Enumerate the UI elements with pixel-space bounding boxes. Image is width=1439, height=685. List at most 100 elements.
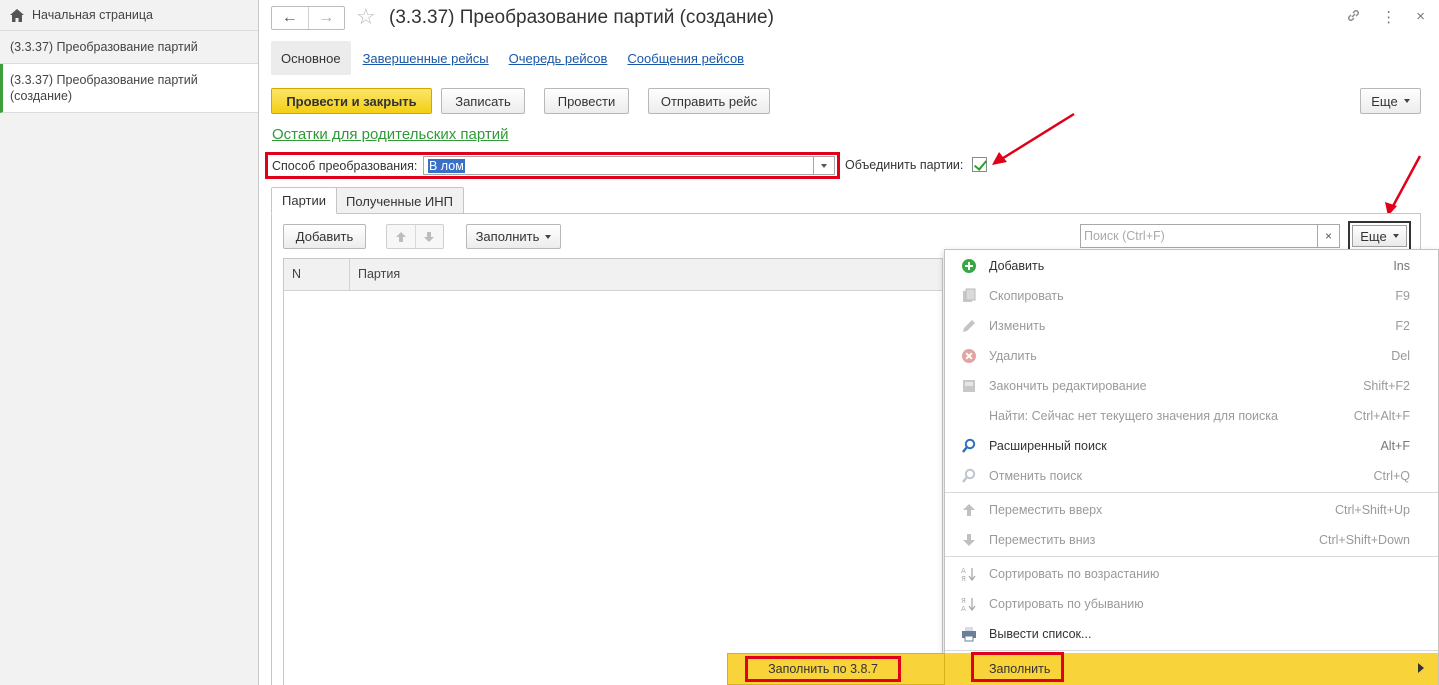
menu-item-cancel-search[interactable]: Отменить поиск Ctrl+Q — [945, 461, 1438, 491]
search-icon — [961, 438, 977, 454]
svg-text:Я: Я — [961, 597, 966, 605]
sidebar-item-label: Начальная страница — [32, 8, 153, 22]
fill-button[interactable]: Заполнить — [466, 224, 561, 249]
tab-batches[interactable]: Партии — [271, 187, 337, 214]
menu-item-shortcut: Alt+F — [1380, 439, 1410, 453]
menu-item-delete[interactable]: Удалить Del — [945, 341, 1438, 371]
menu-item-label: Удалить — [989, 349, 1037, 363]
menu-item-edit[interactable]: Изменить F2 — [945, 311, 1438, 341]
menu-item-shortcut: F9 — [1395, 289, 1410, 303]
arrow-up-icon[interactable] — [387, 225, 415, 248]
sidebar-item-transform-create[interactable]: (3.3.37) Преобразование партий (создание… — [0, 64, 258, 113]
menu-item-move-down[interactable]: Переместить вниз Ctrl+Shift+Down — [945, 525, 1438, 555]
menu-item-copy[interactable]: Скопировать F9 — [945, 281, 1438, 311]
menu-item-label: Сортировать по возрастанию — [989, 567, 1160, 581]
list-output-icon — [961, 626, 977, 642]
menu-item-label: Найти: Сейчас нет текущего значения для … — [989, 409, 1278, 423]
tab-run-queue[interactable]: Очередь рейсов — [509, 51, 608, 66]
star-icon[interactable]: ☆ — [356, 5, 376, 29]
link-icon[interactable] — [1346, 8, 1361, 27]
menu-item-shortcut: Ins — [1393, 259, 1410, 273]
tab-received-inp[interactable]: Полученные ИНП — [335, 187, 464, 214]
sort-desc-icon: ЯA — [961, 596, 977, 613]
delete-icon — [961, 348, 977, 364]
post-and-close-button[interactable]: Провести и закрыть — [271, 88, 432, 114]
sidebar-item-home[interactable]: Начальная страница — [0, 0, 258, 31]
page-title: (3.3.37) Преобразование партий (создание… — [389, 7, 774, 28]
svg-text:A: A — [961, 605, 966, 612]
menu-item-shortcut: F2 — [1395, 319, 1410, 333]
menu-item-shortcut: Del — [1391, 349, 1410, 363]
more-button-label: Еще — [1371, 93, 1398, 109]
menu-item-output-list[interactable]: Вывести список... — [945, 619, 1438, 649]
sidebar: Начальная страница (3.3.37) Преобразован… — [0, 0, 259, 685]
batches-table: N Партия — [283, 258, 943, 685]
column-header-n[interactable]: N — [284, 259, 350, 290]
menu-item-add[interactable]: Добавить Ins — [945, 251, 1438, 281]
copy-icon — [961, 288, 977, 304]
back-icon[interactable]: ← — [272, 7, 308, 29]
menu-item-end-edit[interactable]: Закончить редактирование Shift+F2 — [945, 371, 1438, 401]
parent-batches-link[interactable]: Остатки для родительских партий — [272, 126, 508, 143]
conversion-method-dropdown[interactable] — [813, 156, 835, 175]
conversion-method-highlight: Способ преобразования: В лом — [265, 152, 840, 179]
nav-buttons: ← → — [271, 6, 345, 30]
end-edit-icon — [961, 378, 977, 394]
menu-item-label: Переместить вниз — [989, 533, 1096, 547]
menu-item-label: Сортировать по убыванию — [989, 597, 1144, 611]
merge-batches-label: Объединить партии: — [845, 158, 964, 172]
close-icon[interactable]: × — [1416, 8, 1425, 27]
menu-icon[interactable]: ⋮ — [1381, 8, 1396, 27]
forward-icon[interactable]: → — [307, 7, 345, 29]
submenu-item-fill-387[interactable]: Заполнить по 3.8.7 — [745, 656, 901, 682]
column-header-batch[interactable]: Партия — [350, 259, 400, 290]
save-button[interactable]: Записать — [441, 88, 525, 114]
chevron-down-icon — [545, 234, 552, 239]
post-button[interactable]: Провести — [544, 88, 629, 114]
conversion-method-input[interactable]: В лом — [423, 156, 813, 175]
tab-main[interactable]: Основное — [271, 41, 351, 75]
menu-item-label: Вывести список... — [989, 627, 1092, 641]
fill-menu-highlight — [971, 652, 1064, 682]
sidebar-item-label: (3.3.37) Преобразование партий — [10, 40, 198, 54]
annotation-arrow-icon — [992, 112, 1075, 165]
tab-run-messages[interactable]: Сообщения рейсов — [627, 51, 744, 66]
menu-item-sort-desc[interactable]: ЯA Сортировать по убыванию — [945, 589, 1438, 619]
chevron-down-icon — [1403, 99, 1410, 103]
menu-item-advanced-search[interactable]: Расширенный поиск Alt+F — [945, 431, 1438, 461]
menu-item-label: Отменить поиск — [989, 469, 1083, 483]
menu-item-label: Скопировать — [989, 289, 1064, 303]
add-button[interactable]: Добавить — [283, 224, 366, 249]
search-input[interactable]: Поиск (Ctrl+F) — [1080, 224, 1318, 248]
move-buttons — [386, 224, 444, 249]
chevron-down-icon — [821, 163, 827, 168]
move-down-icon — [961, 532, 977, 548]
sidebar-item-transform-list[interactable]: (3.3.37) Преобразование партий — [0, 31, 258, 64]
svg-text:A: A — [961, 567, 966, 575]
menu-item-label: Переместить вверх — [989, 503, 1103, 517]
menu-separator — [945, 650, 1438, 651]
menu-item-sort-asc[interactable]: AЯ Сортировать по возрастанию — [945, 559, 1438, 589]
conversion-method-value: В лом — [428, 159, 465, 173]
window-controls: ⋮ × — [1346, 8, 1425, 27]
annotation-arrow-icon — [1385, 155, 1422, 216]
menu-item-find[interactable]: Найти: Сейчас нет текущего значения для … — [945, 401, 1438, 431]
find-blank-icon — [961, 408, 977, 424]
add-icon — [961, 258, 977, 274]
more-button[interactable]: Еще — [1360, 88, 1421, 114]
cancel-search-icon — [961, 468, 977, 484]
table-header: N Партия — [284, 259, 942, 291]
clear-search-icon[interactable]: × — [1318, 224, 1340, 248]
table-more-label: Еще — [1360, 228, 1387, 244]
send-run-button[interactable]: Отправить рейс — [648, 88, 770, 114]
tab-completed-runs[interactable]: Завершенные рейсы — [363, 51, 489, 66]
menu-item-label: Расширенный поиск — [989, 439, 1107, 453]
table-more-button[interactable]: Еще — [1352, 225, 1407, 247]
menu-separator — [945, 556, 1438, 557]
merge-batches-checkbox[interactable] — [972, 157, 987, 172]
arrow-down-icon[interactable] — [414, 225, 444, 248]
menu-item-shortcut: Ctrl+Shift+Up — [1334, 503, 1410, 517]
menu-item-move-up[interactable]: Переместить вверх Ctrl+Shift+Up — [945, 495, 1438, 525]
menu-item-shortcut: Ctrl+Shift+Down — [1318, 533, 1410, 547]
more-context-menu: Добавить Ins Скопировать F9 Изменить F2 … — [944, 249, 1439, 685]
